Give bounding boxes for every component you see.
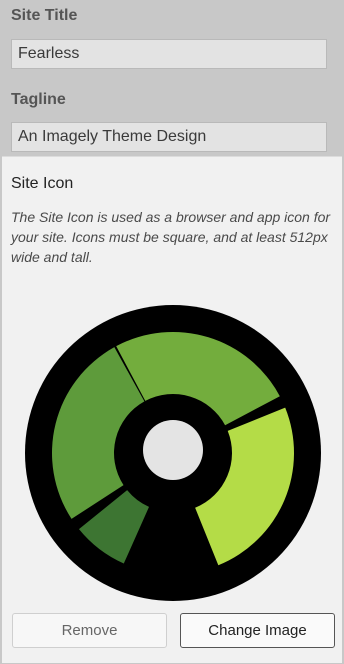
remove-button[interactable]: Remove	[12, 613, 167, 648]
site-title-label: Site Title	[11, 7, 78, 24]
tagline-input[interactable]: An Imagely Theme Design	[11, 122, 327, 152]
site-title-input[interactable]: Fearless	[11, 39, 327, 69]
site-icon-title: Site Icon	[11, 175, 74, 192]
site-icon-description: The Site Icon is used as a browser and a…	[11, 209, 331, 265]
site-icon-panel: Site Icon The Site Icon is used as a bro…	[2, 156, 342, 663]
icon-center	[143, 420, 203, 480]
tagline-label: Tagline	[11, 91, 66, 108]
site-icon-preview	[25, 305, 321, 601]
change-image-button[interactable]: Change Image	[180, 613, 335, 648]
